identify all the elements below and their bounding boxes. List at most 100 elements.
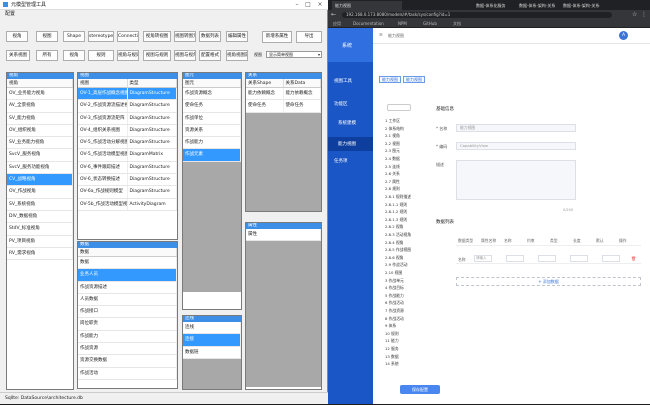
viewpoint-row[interactable]: OV_组织视角 xyxy=(7,124,73,138)
tree-item[interactable]: 2.4 数据 xyxy=(385,156,400,162)
table-cell-input[interactable] xyxy=(602,255,620,262)
table-cell-input[interactable] xyxy=(570,255,588,262)
view-row[interactable]: OV-5_作战活动分解视图 DiagramStructure xyxy=(78,137,177,150)
tree-item[interactable]: 2.8.5 作战视图 xyxy=(385,247,411,253)
browser-tab[interactable]: 数据-体系-架构-关系-体系 xyxy=(560,1,600,10)
shape-row[interactable]: 作战资源概念 xyxy=(183,88,241,101)
tree-item[interactable]: 2.8 规则 xyxy=(385,186,400,192)
tree-item[interactable]: 2.3 图元 xyxy=(385,148,400,154)
tab-pill[interactable]: 能力视图 xyxy=(379,76,401,83)
data-row[interactable]: 作战接口 xyxy=(78,306,177,319)
viewpoint-row[interactable]: SV_业务能力视角 xyxy=(7,137,73,150)
viewpoint-row[interactable]: PV_项目视角 xyxy=(7,235,73,248)
shape-row[interactable]: 资源关系 xyxy=(183,124,241,138)
tree-item[interactable]: 2.9 作战活动 xyxy=(385,262,407,268)
data-row[interactable]: 作战资源 xyxy=(78,343,177,356)
menu-config[interactable]: 配置 xyxy=(5,11,15,17)
tree-item[interactable]: 7 作战资源 xyxy=(385,308,404,314)
browser-tab[interactable]: 数据-体系-架构-关系 xyxy=(516,1,556,10)
toolbar-view-button[interactable]: 视图 xyxy=(36,31,58,42)
connection-row[interactable]: 连接 xyxy=(183,334,241,347)
description-field[interactable] xyxy=(456,160,576,200)
data-row[interactable]: 人员数据 xyxy=(78,293,177,307)
view-row[interactable]: OV-5b_作战活动模型视图 ActivityDiagram xyxy=(78,198,177,211)
sidebar-item-capability-view[interactable]: 能力视图 xyxy=(338,141,356,147)
tree-item[interactable]: 10 规则 xyxy=(385,331,399,337)
viewpoint-row[interactable]: AV_全景视角 xyxy=(7,100,73,113)
viewpoint-row[interactable]: StdV_标准视角 xyxy=(7,223,73,236)
sidebar-item-tools[interactable]: 视图工具 xyxy=(334,78,352,84)
tree-search-input[interactable] xyxy=(387,104,411,111)
data-row[interactable]: 作战能力 xyxy=(78,330,177,344)
data-row[interactable]: 数据 xyxy=(78,257,177,270)
viewpoint-row[interactable]: OV_业务能力视角 xyxy=(7,88,73,101)
table-cell-input[interactable] xyxy=(506,255,524,262)
view-row[interactable]: OV-6a_作战规则模型 DiagramStructure xyxy=(78,186,177,199)
tree-item[interactable]: 8 作战活动 xyxy=(385,316,404,322)
tree-item[interactable]: 2.8.1.3 规则 xyxy=(385,217,407,223)
tree-item[interactable]: 2.2 视图 xyxy=(385,141,400,147)
tree-item[interactable]: 9 体系 xyxy=(385,323,396,329)
tree-item[interactable]: 2.5 连线 xyxy=(385,164,400,170)
viewpoint-row[interactable]: SV_能力视角 xyxy=(7,112,73,125)
table-cell-input[interactable]: 请输入 xyxy=(474,255,492,262)
tree-item[interactable]: 2.8.1 规则描述 xyxy=(385,194,411,200)
toolbar-viewpoint-to-view-button[interactable]: 视角转视图 xyxy=(143,31,171,42)
view-row[interactable]: OV-6_状态转换描述 DiagramStructure xyxy=(78,174,177,187)
sidebar-item-tasks[interactable]: 任务项 xyxy=(334,158,348,164)
tree-item[interactable]: 13 数据 xyxy=(385,354,399,360)
sidebar-item-modeling[interactable]: 系统建模 xyxy=(338,120,356,126)
tree-item[interactable]: 2.8.4 视角 xyxy=(385,240,403,246)
sidebar-item-area[interactable]: 功能区 xyxy=(334,101,348,107)
data-row[interactable]: 作战资源描述 xyxy=(78,281,177,294)
view-row[interactable]: OV-4_组织关系视图 DiagramStructure xyxy=(78,124,177,138)
viewpoint-row[interactable]: CV_战略视角 xyxy=(7,174,73,187)
save-config-button[interactable]: 保存配置 xyxy=(400,385,440,394)
back-icon[interactable]: ← xyxy=(331,11,336,18)
avatar[interactable]: A xyxy=(619,31,628,40)
toolbar-view-viewpoint-button[interactable]: 视图与视角 xyxy=(174,50,196,61)
tree-item[interactable]: 2.8.3 活动视角 xyxy=(385,232,411,238)
browser-tab[interactable]: 数据-体系化服务 xyxy=(473,1,513,10)
viewpoint-row[interactable]: DIV_数据视角 xyxy=(7,210,73,224)
tree-item[interactable]: 3 作战单元 xyxy=(385,278,404,284)
toolbar-edit-props-button[interactable]: 编辑属性 xyxy=(226,31,248,42)
bookmark-item[interactable]: NPM xyxy=(398,21,407,26)
export-button[interactable]: 导出 xyxy=(296,31,322,43)
toolbar-all-button[interactable]: 所有 xyxy=(36,50,58,61)
view-row[interactable]: OV-5_作战活动模型视图 DiagramMatrix xyxy=(78,149,177,162)
delete-row-icon[interactable]: 🗑 xyxy=(631,256,636,261)
toolbar-stereotype-button[interactable]: stereotype xyxy=(88,31,114,42)
viewpoint-row[interactable]: SV_系统视角 xyxy=(7,198,73,211)
tree-item[interactable]: 1 工作区 xyxy=(385,118,400,124)
tree-item[interactable]: 2.7 属性 xyxy=(385,179,400,185)
shape-row[interactable]: 作战能力 xyxy=(183,137,241,150)
tree-item[interactable]: 4 作战目标 xyxy=(385,285,404,291)
view-mode-select[interactable]: 显示简单视图 ▾ xyxy=(266,51,322,58)
tree-item[interactable]: 2 体系结构 xyxy=(385,126,404,132)
view-row[interactable]: OV-6_事件跟踪描述 DiagramStructure xyxy=(78,161,177,175)
toolbar-format-button[interactable]: 配置格式 xyxy=(199,50,221,61)
tree-item[interactable]: 2.8.6 视角 xyxy=(385,255,403,261)
toolbar-view-rule-button[interactable]: 视图与规则 xyxy=(143,50,171,61)
relation-row[interactable]: 能力依赖概念 能力依赖概念 xyxy=(246,88,321,101)
data-row[interactable]: 岗位职责 xyxy=(78,318,177,331)
bookmark-item[interactable]: 文档 xyxy=(453,21,461,27)
viewpoint-row[interactable]: SvcV_服务功能视角 xyxy=(7,161,73,175)
shape-row[interactable]: 作战元素 xyxy=(183,149,241,162)
props-row[interactable]: 属性 xyxy=(246,229,321,242)
view-row[interactable]: OV-2_作战资源流描述视图DiagramStructure xyxy=(78,100,177,113)
tree-item[interactable]: 5 作战能力 xyxy=(385,293,404,299)
minimize-icon[interactable]: – xyxy=(292,1,302,8)
bookmark-item[interactable]: 应用 xyxy=(333,21,341,27)
star-icon[interactable]: ☆ xyxy=(632,11,637,18)
tree-item[interactable]: 2.8.1.2 规则 xyxy=(385,209,407,215)
close-icon[interactable]: × xyxy=(315,1,325,8)
tree-item[interactable]: 2.8.1.1 规则 xyxy=(385,202,407,208)
add-attribute-button[interactable]: 新增系属性 xyxy=(262,31,292,43)
toolbar-shape-button[interactable]: Shape xyxy=(63,31,85,42)
shape-row[interactable]: 使命任务 xyxy=(183,100,241,113)
add-row-button[interactable]: + 添加数据 xyxy=(456,277,641,286)
toolbar-viewpoint-props-button[interactable]: 视角视图属性 xyxy=(226,50,248,61)
toolbar-view-to-shape-button[interactable]: 视图转图元 xyxy=(174,31,196,42)
